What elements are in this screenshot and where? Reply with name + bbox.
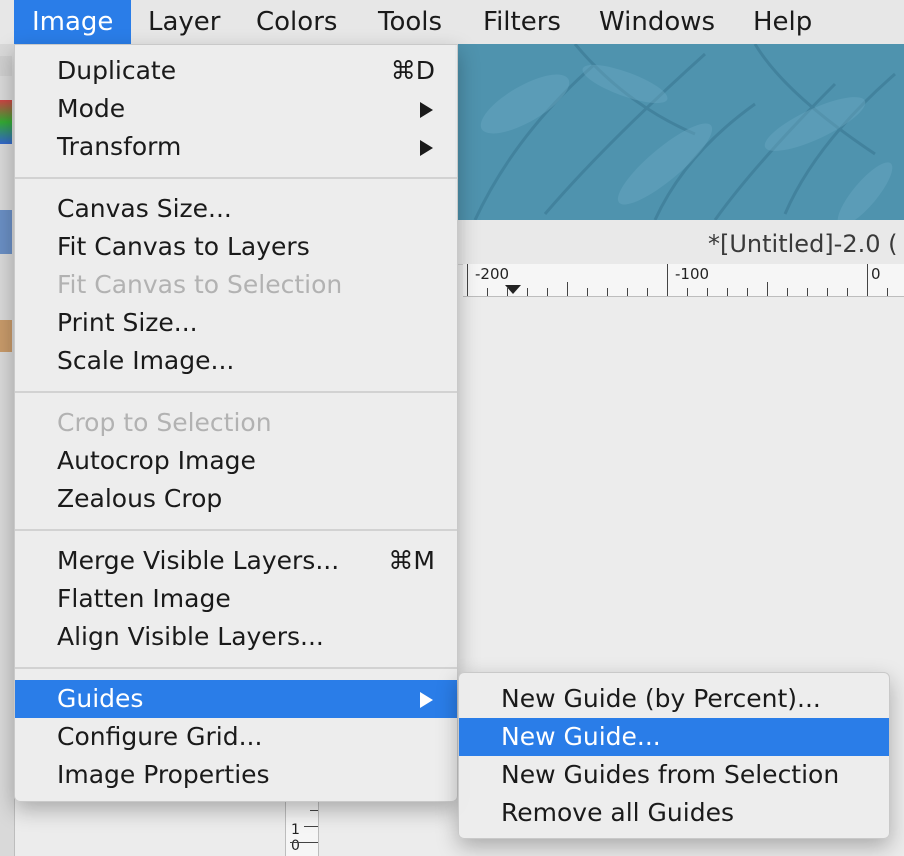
menu-item-guides[interactable]: Guides [15, 680, 457, 718]
vertical-ruler[interactable]: 1 0 [285, 800, 319, 856]
ruler-label: 1 [291, 822, 300, 838]
menu-item-label: Fit Canvas to Selection [57, 270, 343, 299]
menu-item-label: Duplicate [57, 56, 177, 85]
ruler-label: 0 [871, 265, 881, 283]
menu-item-crop-to-selection: Crop to Selection [15, 404, 457, 442]
submenu-arrow-icon [420, 140, 433, 156]
menu-layer[interactable]: Layer [130, 0, 239, 44]
menu-item-label: Crop to Selection [57, 408, 272, 437]
menu-item-label: New Guides from Selection [501, 760, 840, 789]
menu-item-duplicate[interactable]: Duplicate ⌘D [15, 52, 457, 90]
menu-item-configure-grid[interactable]: Configure Grid... [15, 718, 457, 756]
menu-item-label: New Guide (by Percent)... [501, 684, 821, 713]
menu-windows[interactable]: Windows [581, 0, 733, 44]
menu-image[interactable]: Image [14, 0, 132, 44]
desktop-wallpaper [455, 44, 904, 220]
menu-help[interactable]: Help [735, 0, 830, 44]
menu-item-zealous-crop[interactable]: Zealous Crop [15, 480, 457, 518]
shortcut-label: ⌘M [388, 546, 435, 575]
menu-item-label: Scale Image... [57, 346, 235, 375]
guides-submenu: New Guide (by Percent)... New Guide... N… [458, 672, 890, 839]
menu-item-fit-canvas-to-layers[interactable]: Fit Canvas to Layers [15, 228, 457, 266]
menu-colors[interactable]: Colors [238, 0, 355, 44]
menu-item-mode[interactable]: Mode [15, 90, 457, 128]
menu-item-label: Merge Visible Layers... [57, 546, 340, 575]
menu-item-scale-image[interactable]: Scale Image... [15, 342, 457, 380]
menu-item-merge-visible-layers[interactable]: Merge Visible Layers... ⌘M [15, 542, 457, 580]
menu-item-print-size[interactable]: Print Size... [15, 304, 457, 342]
menu-item-canvas-size[interactable]: Canvas Size... [15, 190, 457, 228]
submenu-arrow-icon [420, 692, 433, 708]
menu-item-fit-canvas-to-selection: Fit Canvas to Selection [15, 266, 457, 304]
menu-separator [15, 177, 457, 179]
menu-item-label: Align Visible Layers... [57, 622, 324, 651]
menu-item-label: Configure Grid... [57, 722, 263, 751]
menu-item-transform[interactable]: Transform [15, 128, 457, 166]
menu-item-autocrop-image[interactable]: Autocrop Image [15, 442, 457, 480]
menu-item-flatten-image[interactable]: Flatten Image [15, 580, 457, 618]
menu-item-label: Zealous Crop [57, 484, 223, 513]
menu-item-label: Image Properties [57, 760, 270, 789]
menu-filters[interactable]: Filters [465, 0, 579, 44]
menu-item-remove-all-guides[interactable]: Remove all Guides [459, 794, 889, 832]
menu-item-label: Transform [57, 132, 182, 161]
menu-separator [15, 391, 457, 393]
submenu-arrow-icon [420, 102, 433, 118]
menu-item-label: New Guide... [501, 722, 661, 751]
menu-item-align-visible-layers[interactable]: Align Visible Layers... [15, 618, 457, 656]
toolbox-edge [0, 44, 15, 856]
ruler-label: -200 [475, 265, 510, 283]
menu-tools[interactable]: Tools [360, 0, 460, 44]
ruler-label: -100 [675, 265, 710, 283]
horizontal-ruler[interactable]: -200 -100 0 [463, 264, 904, 297]
menu-item-image-properties[interactable]: Image Properties [15, 756, 457, 794]
menu-item-new-guide-by-percent[interactable]: New Guide (by Percent)... [459, 680, 889, 718]
shortcut-label: ⌘D [390, 56, 435, 85]
menu-separator [15, 529, 457, 531]
menu-separator [15, 667, 457, 669]
menu-item-new-guide[interactable]: New Guide... [459, 718, 889, 756]
menu-item-new-guides-from-selection[interactable]: New Guides from Selection [459, 756, 889, 794]
image-menu: Duplicate ⌘D Mode Transform Canvas Size.… [14, 44, 458, 802]
window-title: *[Untitled]-2.0 ( [455, 220, 904, 265]
menu-item-label: Remove all Guides [501, 798, 734, 827]
menu-item-label: Flatten Image [57, 584, 231, 613]
menu-item-label: Print Size... [57, 308, 198, 337]
menu-item-label: Autocrop Image [57, 446, 256, 475]
menu-item-label: Mode [57, 94, 126, 123]
menu-item-label: Fit Canvas to Layers [57, 232, 310, 261]
menu-item-label: Canvas Size... [57, 194, 232, 223]
menu-bar: Image Layer Colors Tools Filters Windows… [0, 0, 904, 45]
menu-item-label: Guides [57, 684, 144, 713]
ruler-label: 0 [291, 838, 300, 854]
